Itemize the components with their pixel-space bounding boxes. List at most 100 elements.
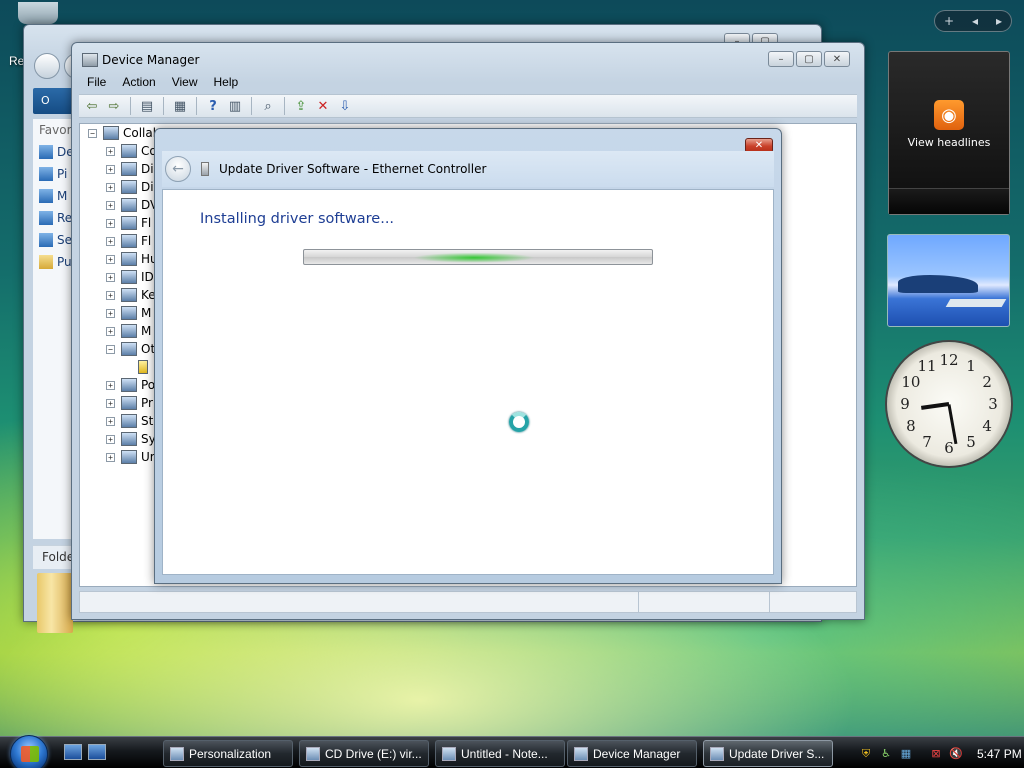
tree-category[interactable]: − Ot [106, 340, 155, 358]
forward-arrow-icon[interactable]: ⇨ [105, 97, 123, 115]
back-arrow-icon[interactable]: ⇦ [83, 97, 101, 115]
accessibility-icon[interactable]: ♿ [879, 747, 893, 761]
tree-category[interactable]: + Pr [106, 394, 153, 412]
expand-icon[interactable]: + [106, 326, 115, 336]
recycle-bin-icon[interactable] [18, 2, 58, 24]
expand-icon[interactable]: + [106, 182, 115, 192]
expand-icon[interactable]: + [106, 218, 115, 228]
tree-category[interactable]: + Di [106, 160, 154, 178]
previous-page-button[interactable]: ◂ [972, 14, 978, 28]
close-button[interactable]: ✕ [824, 51, 850, 67]
collapse-icon[interactable]: − [106, 344, 115, 354]
network-icon[interactable]: ▦ [899, 747, 913, 761]
toolbar-separator [130, 97, 131, 115]
toolbar: ⇦ ⇨ ▤ ▦ ? ▥ ⌕ ⇪ ✕ ⇩ [79, 94, 857, 118]
favorites-label: Favor [39, 123, 72, 137]
network-error-icon[interactable]: ⊠ [929, 747, 943, 761]
taskbar-button[interactable]: Update Driver S... [703, 740, 833, 767]
tree-category[interactable]: + M [106, 304, 151, 322]
back-arrow-icon[interactable]: ← [165, 156, 191, 182]
tree-category[interactable]: + ID [106, 268, 154, 286]
tree-category[interactable]: + M [106, 322, 151, 340]
taskbar-clock[interactable]: 5:47 PM [977, 747, 1022, 761]
expand-icon[interactable]: + [106, 434, 115, 444]
tree-category[interactable]: + Di [106, 178, 154, 196]
update-driver-dialog[interactable]: ✕ ← Update Driver Software - Ethernet Co… [154, 128, 782, 584]
clock-number: 8 [906, 417, 916, 435]
ethernet-device-icon [201, 162, 209, 176]
back-button[interactable] [34, 53, 60, 79]
organize-label: O [41, 94, 50, 107]
slideshow-gadget[interactable] [887, 234, 1010, 327]
folder-icon [39, 189, 53, 203]
expand-icon[interactable]: + [106, 416, 115, 426]
view-headlines-label[interactable]: View headlines [908, 136, 991, 149]
taskbar-button[interactable]: Personalization [163, 740, 293, 767]
show-desktop-icon[interactable] [64, 744, 82, 760]
maximize-button[interactable]: ▢ [796, 51, 822, 67]
add-gadget-button[interactable]: + [944, 14, 954, 28]
start-button[interactable] [10, 735, 48, 768]
disable-device-icon[interactable]: ⇩ [336, 97, 354, 115]
expand-icon[interactable]: + [106, 398, 115, 408]
minimize-button[interactable]: – [768, 51, 794, 67]
status-cell [639, 592, 771, 612]
tree-category[interactable]: + Fl [106, 232, 151, 250]
next-page-button[interactable]: ▸ [996, 14, 1002, 28]
update-driver-icon[interactable]: ⇪ [292, 97, 310, 115]
expand-icon[interactable]: + [106, 164, 115, 174]
expand-icon[interactable]: + [106, 452, 115, 462]
app-icon [574, 746, 588, 761]
expand-icon[interactable]: + [106, 236, 115, 246]
taskbar-button[interactable]: Device Manager [567, 740, 697, 767]
clock-number: 12 [939, 351, 959, 369]
collapse-icon[interactable]: − [88, 128, 97, 138]
menu-action[interactable]: Action [114, 73, 163, 93]
tree-category[interactable]: + Ke [106, 286, 156, 304]
progress-marquee [414, 250, 534, 264]
tree-child-item[interactable] [138, 358, 152, 376]
feed-headlines-gadget[interactable]: ◉ View headlines [888, 51, 1010, 215]
taskbar-button[interactable]: CD Drive (E:) vir... [299, 740, 429, 767]
slideshow-image-island [898, 275, 978, 293]
expand-icon[interactable]: + [106, 254, 115, 264]
tree-category[interactable]: + DV [106, 196, 158, 214]
menu-view[interactable]: View [164, 73, 206, 93]
gadget-footer [889, 188, 1009, 214]
tree-category[interactable]: + Co [106, 142, 157, 160]
properties-icon[interactable]: ▦ [171, 97, 189, 115]
taskbar-button[interactable]: Untitled - Note... [435, 740, 565, 767]
uninstall-icon[interactable]: ✕ [314, 97, 332, 115]
tree-item-label: ID [141, 270, 154, 284]
tree-root[interactable]: − Collab [88, 124, 160, 142]
switch-windows-icon[interactable] [88, 744, 106, 760]
show-hide-console-tree-icon[interactable]: ▤ [138, 97, 156, 115]
tree-category[interactable]: + Hu [106, 250, 158, 268]
view-icon[interactable]: ▥ [226, 97, 244, 115]
tree-category[interactable]: + Fl [106, 214, 151, 232]
expand-icon[interactable]: + [106, 290, 115, 300]
expand-icon[interactable]: + [106, 200, 115, 210]
menu-help[interactable]: Help [206, 73, 247, 93]
clock-hour-hand [920, 402, 950, 410]
tree-category[interactable]: + Po [106, 376, 155, 394]
tree-item-label: Pr [141, 396, 153, 410]
tree-category[interactable]: + St [106, 412, 153, 430]
clock-gadget[interactable]: 12 1 2 3 4 5 6 7 8 9 10 11 [887, 342, 1011, 466]
tree-category[interactable]: + Ur [106, 448, 155, 466]
expand-icon[interactable]: + [106, 272, 115, 282]
security-shield-icon[interactable]: ⛨ [859, 747, 873, 761]
tree-item-label: M [141, 306, 152, 320]
device-icon [121, 324, 137, 338]
folder-icon [39, 211, 53, 225]
dialog-content: Installing driver software... [162, 189, 774, 575]
device-icon [121, 378, 137, 392]
help-icon[interactable]: ? [204, 97, 222, 115]
expand-icon[interactable]: + [106, 380, 115, 390]
expand-icon[interactable]: + [106, 146, 115, 156]
expand-icon[interactable]: + [106, 308, 115, 318]
tree-category[interactable]: + Sy [106, 430, 156, 448]
scan-hardware-icon[interactable]: ⌕ [259, 97, 277, 115]
menu-file[interactable]: File [79, 73, 114, 93]
volume-muted-icon[interactable]: 🔇 [949, 747, 963, 761]
